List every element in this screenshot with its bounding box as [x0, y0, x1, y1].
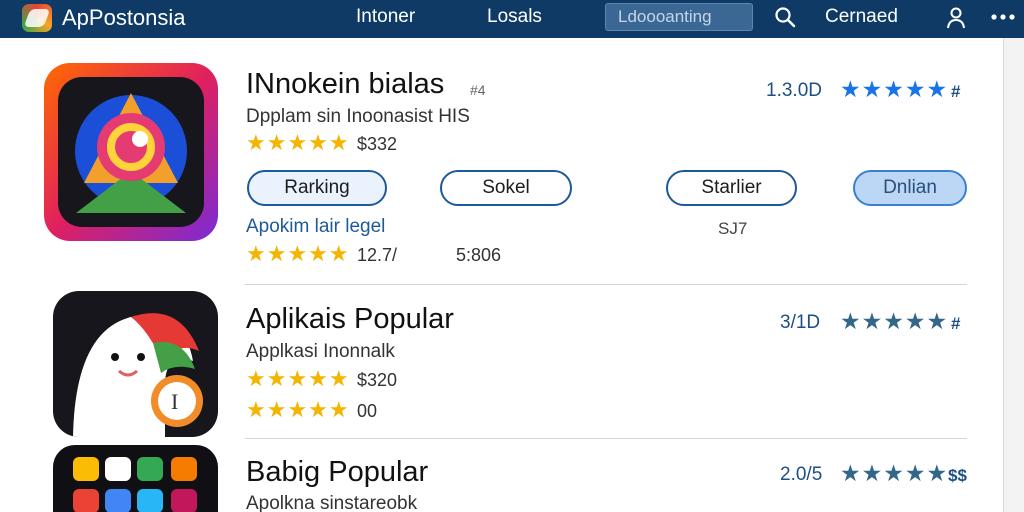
nav-link-losals[interactable]: Losals [487, 6, 542, 28]
nav-link-intoner[interactable]: Intoner [356, 6, 415, 28]
secondary-value: 12.7/ [357, 245, 398, 265]
app-title-suffix: #4 [470, 82, 486, 98]
user-icon[interactable] [945, 6, 967, 35]
scrollbar[interactable] [1003, 38, 1024, 512]
brand-name: ApPostonsia [62, 5, 186, 30]
rating-value: 2.0/5 [780, 464, 823, 485]
rating-stars-blue: ★★★★★ [840, 460, 949, 486]
rank-badge: $$ [948, 466, 967, 485]
download-button[interactable]: Dnlian [853, 170, 967, 206]
starlier-button[interactable]: Starlier [666, 170, 797, 206]
rank-badge: # [951, 82, 961, 101]
app-icon: I [53, 291, 218, 437]
brand[interactable]: ApPostonsia [22, 4, 186, 32]
rating-value: 3/1D [780, 312, 821, 333]
app-link[interactable]: Apokim lair legel [246, 216, 385, 238]
top-app-bar: ApPostonsia Intoner Losals Ldoooanting C… [0, 0, 1024, 38]
link-stat: SJ7 [718, 219, 748, 238]
rating-stars-blue: ★★★★★ [840, 76, 949, 102]
account-link[interactable]: Cernaed [825, 6, 898, 28]
more-options-icon[interactable] [990, 10, 1016, 29]
secondary-value: 00 [357, 401, 378, 421]
app-price: $320 [357, 370, 398, 390]
app-icon [53, 445, 218, 512]
app-title[interactable]: INnokein bialas [246, 68, 444, 101]
rating-stars: ★★★★★ [246, 130, 350, 155]
sokel-button[interactable]: Sokel [440, 170, 572, 206]
rank-badge: # [951, 314, 961, 333]
app-icon [44, 63, 218, 241]
app-title[interactable]: Aplikais Popular [246, 303, 454, 336]
rating-value: 1.3.0D [766, 80, 822, 101]
search-input[interactable]: Ldoooanting [605, 3, 753, 31]
search-icon[interactable] [774, 6, 796, 33]
app-title[interactable]: Babig Popular [246, 456, 428, 489]
secondary-value-2: 5:806 [456, 245, 502, 265]
rating-stars: ★★★★★ [246, 366, 350, 391]
rating-stars-secondary: ★★★★★ [246, 397, 350, 422]
ranking-button[interactable]: Rarking [247, 170, 387, 206]
app-subtitle: Dpplam sin Inoonasist HIS [246, 106, 470, 127]
app-list-item[interactable]: INnokein bialas #4 Dpplam sin Inoonasist… [0, 38, 1000, 284]
app-list-item[interactable]: I Aplikais Popular Applkasi Inonnalk ★★★… [0, 285, 1000, 437]
svg-text:I: I [171, 389, 178, 414]
app-price: $332 [357, 134, 398, 154]
rating-stars-blue: ★★★★★ [840, 308, 949, 334]
rating-stars-secondary: ★★★★★ [246, 241, 350, 266]
brand-logo-icon [22, 4, 52, 32]
app-subtitle: Applkasi Inonnalk [246, 341, 395, 362]
app-subtitle: Apolkna sinstareobk [246, 493, 418, 512]
app-list-item[interactable]: Babig Popular Apolkna sinstareobk 2.0/5 … [0, 439, 1000, 512]
